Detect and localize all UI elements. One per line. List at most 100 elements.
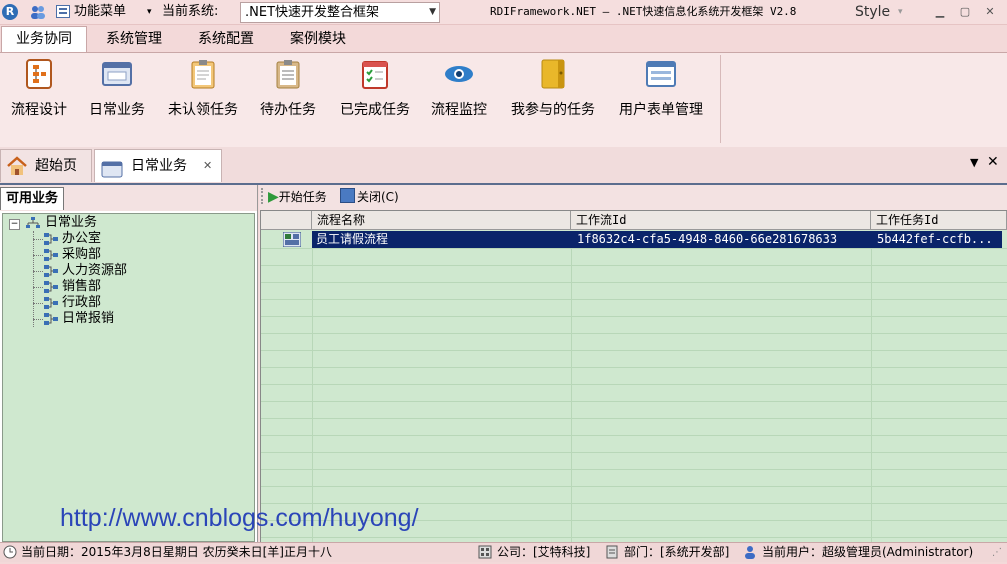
current-system-value: .NET快速开发整合框架 bbox=[245, 5, 380, 20]
tree-item[interactable]: 办公室 bbox=[62, 231, 101, 247]
grid-column-line bbox=[871, 231, 872, 543]
unclaimed-tasks-button[interactable]: 未认领任务 bbox=[164, 59, 242, 129]
tree-connector bbox=[33, 231, 35, 327]
eye-icon bbox=[444, 59, 474, 89]
chevron-down-icon[interactable]: ▾ bbox=[898, 2, 903, 22]
ribbon-panel: 流程设计 日常业务 未认领任务 待办任务 已完成任务 流程监控 我参与的任务 用… bbox=[0, 52, 1007, 148]
daily-business-button[interactable]: 日常业务 bbox=[86, 59, 148, 129]
home-icon bbox=[6, 156, 28, 188]
play-icon: ▶ bbox=[268, 189, 279, 205]
style-menu[interactable]: Style bbox=[855, 2, 890, 22]
tab-available-business[interactable]: 可用业务 bbox=[0, 187, 65, 210]
tree-item[interactable]: 人力资源部 bbox=[62, 263, 127, 279]
column-header-flow-name[interactable]: 流程名称 bbox=[312, 211, 571, 230]
tree-connector bbox=[33, 255, 43, 257]
workflow-node-icon bbox=[43, 280, 59, 296]
grid-row-line bbox=[261, 350, 1007, 351]
tree-item[interactable]: 采购部 bbox=[62, 247, 101, 263]
flow-monitor-button[interactable]: 流程监控 bbox=[427, 59, 491, 129]
users-icon[interactable] bbox=[30, 5, 46, 19]
tab-business-collaboration[interactable]: 业务协同 bbox=[1, 26, 87, 53]
app-title: RDIFramework.NET — .NET快速信息化系统开发框架 V2.8 bbox=[490, 5, 797, 18]
maximize-icon[interactable]: ▢ bbox=[958, 5, 972, 19]
row-header-corner bbox=[261, 211, 312, 230]
resize-grip-icon[interactable]: ⋰ bbox=[992, 544, 1002, 561]
clock-icon bbox=[3, 544, 17, 561]
tab-daily-business-label: 日常业务 bbox=[131, 158, 187, 174]
folder-icon bbox=[538, 59, 568, 89]
flowchart-icon bbox=[24, 59, 54, 89]
tab-daily-business[interactable]: 日常业务 ✕ bbox=[94, 149, 222, 182]
tree-item[interactable]: 销售部 bbox=[62, 279, 101, 295]
title-bar: R 功能菜单 ▾ 当前系统: .NET快速开发整合框架 ▼ RDIFramewo… bbox=[0, 0, 1007, 25]
pending-tasks-label: 待办任务 bbox=[260, 102, 316, 118]
grid-row-line bbox=[261, 537, 1007, 538]
toolbar-grip bbox=[261, 188, 266, 204]
business-tree: − 日常业务 办公室 采购部 人力资源部 销售部 行政部 日常报销 bbox=[2, 213, 255, 542]
current-user-info: 当前用户：超级管理员(Administrator) bbox=[762, 545, 974, 559]
grid-toolbar: ▶开始任务 关闭(C) bbox=[259, 185, 1007, 209]
blog-url-watermark: http://www.cnblogs.com/huyong/ bbox=[60, 504, 419, 532]
tree-connector bbox=[33, 239, 43, 241]
cell-workflow-id: 1f8632c4-cfa5-4948-8460-66e281678633 bbox=[577, 232, 838, 246]
grid-column-line bbox=[571, 231, 572, 543]
building-icon bbox=[478, 544, 492, 561]
pending-tasks-button[interactable]: 待办任务 bbox=[256, 59, 320, 129]
grid-row-line bbox=[261, 248, 1007, 249]
column-header-task-id[interactable]: 工作任务Id bbox=[871, 211, 1007, 230]
grid-row-line bbox=[261, 333, 1007, 334]
grid-row-line bbox=[261, 316, 1007, 317]
checklist-icon bbox=[360, 59, 390, 89]
completed-tasks-button[interactable]: 已完成任务 bbox=[336, 59, 414, 129]
close-label: 关闭(C) bbox=[357, 190, 399, 204]
ribbon-tabs: 业务协同 系统管理 系统配置 案例模块 bbox=[0, 25, 1007, 53]
tab-system-config[interactable]: 系统配置 bbox=[184, 27, 268, 51]
tab-case-modules[interactable]: 案例模块 bbox=[276, 27, 360, 51]
close-all-icon[interactable]: ✕ bbox=[987, 154, 999, 170]
ribbon-group-divider bbox=[720, 55, 721, 143]
tree-item[interactable]: 日常报销 bbox=[62, 311, 114, 327]
start-task-label: 开始任务 bbox=[278, 190, 327, 204]
current-system-select[interactable]: .NET快速开发整合框架 ▼ bbox=[240, 2, 440, 23]
grid-row-line bbox=[261, 486, 1007, 487]
table-row[interactable]: 员工请假流程 1f8632c4-cfa5-4948-8460-66e281678… bbox=[312, 231, 1002, 248]
grid-row-line bbox=[261, 282, 1007, 283]
grid-row-line bbox=[261, 401, 1007, 402]
workflow-list-pane: ▶开始任务 关闭(C) 流程名称 工作流Id 工作任务Id 员工请假流程 1f8… bbox=[259, 185, 1007, 544]
form-icon bbox=[646, 59, 676, 89]
my-participated-tasks-button[interactable]: 我参与的任务 bbox=[506, 59, 600, 129]
user-form-management-button[interactable]: 用户表单管理 bbox=[614, 59, 708, 129]
clipboard-icon bbox=[188, 59, 218, 89]
function-menu-button[interactable]: 功能菜单 bbox=[74, 2, 126, 22]
chevron-down-icon[interactable]: ▾ bbox=[147, 2, 152, 22]
department-info: 部门：[系统开发部] bbox=[624, 545, 730, 559]
chevron-down-icon[interactable]: ▼ bbox=[429, 3, 436, 22]
tree-collapse-toggle[interactable]: − bbox=[9, 219, 20, 230]
tab-home[interactable]: 超始页 bbox=[0, 149, 92, 182]
close-icon[interactable]: ✕ bbox=[983, 5, 997, 19]
clipboard-list-icon bbox=[273, 59, 303, 89]
start-task-button[interactable]: ▶开始任务 bbox=[268, 188, 327, 206]
tree-item[interactable]: 行政部 bbox=[62, 295, 101, 311]
company-info: 公司：[艾特科技] bbox=[497, 545, 591, 559]
close-button[interactable]: 关闭(C) bbox=[340, 188, 399, 206]
document-tabs: 超始页 日常业务 ✕ ▼ ✕ bbox=[0, 147, 1007, 185]
tab-list-dropdown-icon[interactable]: ▼ bbox=[970, 156, 978, 169]
unclaimed-tasks-label: 未认领任务 bbox=[168, 102, 238, 118]
left-pane-tabstrip: 可用业务 bbox=[0, 185, 257, 211]
grid-row-line bbox=[261, 435, 1007, 436]
tab-system-management[interactable]: 系统管理 bbox=[92, 27, 176, 51]
my-participated-tasks-label: 我参与的任务 bbox=[511, 102, 595, 118]
workflow-node-icon bbox=[43, 296, 59, 312]
close-icon[interactable]: ✕ bbox=[203, 150, 212, 182]
column-header-workflow-id[interactable]: 工作流Id bbox=[571, 211, 871, 230]
window-icon bbox=[102, 59, 132, 89]
flow-design-button[interactable]: 流程设计 bbox=[8, 59, 70, 129]
minimize-icon[interactable]: ▁ bbox=[933, 5, 947, 19]
tree-root-daily-business[interactable]: 日常业务 bbox=[45, 215, 97, 231]
current-system-label: 当前系统: bbox=[162, 4, 219, 19]
grid-column-line bbox=[312, 231, 313, 543]
workflow-node-icon bbox=[43, 264, 59, 280]
workflow-node-icon bbox=[43, 232, 59, 248]
app-logo-icon: R bbox=[2, 4, 18, 20]
